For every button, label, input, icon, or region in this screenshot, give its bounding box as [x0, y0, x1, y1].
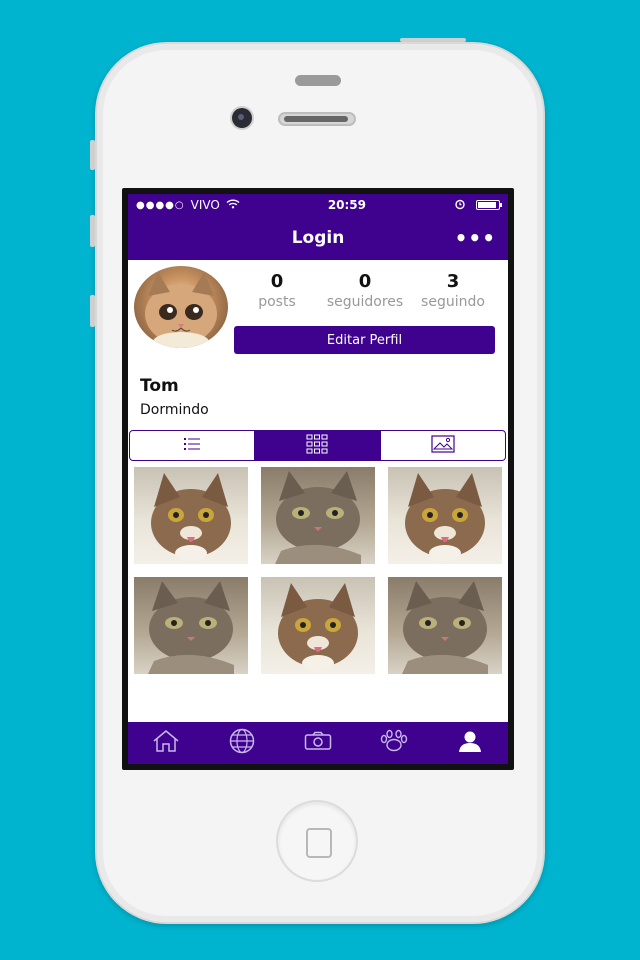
edit-profile-button[interactable]: Editar Perfil	[234, 326, 495, 354]
page-title: Login	[291, 228, 345, 248]
image-view-tab[interactable]	[381, 431, 505, 460]
photo-thumbnail[interactable]	[134, 467, 248, 564]
stat-label: seguindo	[421, 294, 485, 310]
photo-grid	[134, 467, 502, 674]
avatar[interactable]	[134, 266, 228, 348]
stat-label: posts	[258, 294, 296, 310]
list-view-tab[interactable]	[130, 431, 256, 460]
stat-following[interactable]: 3 seguindo	[410, 272, 496, 312]
profile-header: 0 posts 0 seguidores 3 seguindo Editar P…	[128, 260, 508, 368]
volume-down-button	[90, 295, 95, 327]
clock: 20:59	[327, 198, 367, 212]
grid-view-tab[interactable]	[255, 431, 381, 460]
tab-home[interactable]	[146, 728, 186, 758]
stat-value: 3	[446, 271, 460, 292]
wifi-icon	[226, 198, 240, 212]
app-screen: ●●●●○ VIVO 20:59 Login ••• 0 posts 0 seg…	[128, 194, 508, 764]
tab-camera[interactable]	[298, 728, 338, 758]
stat-followers[interactable]: 0 seguidores	[322, 272, 408, 312]
photo-thumbnail[interactable]	[388, 467, 502, 564]
power-button	[400, 38, 466, 42]
photo-thumbnail[interactable]	[134, 577, 248, 674]
status-bar: ●●●●○ VIVO 20:59	[128, 194, 508, 216]
front-camera	[232, 108, 252, 128]
stat-label: seguidores	[326, 294, 404, 310]
view-toggle	[129, 430, 506, 461]
carrier-label: VIVO	[190, 198, 220, 212]
profile-bio: Dormindo	[140, 402, 209, 418]
globe-icon	[228, 728, 256, 758]
stat-value: 0	[358, 271, 372, 292]
earpiece	[278, 112, 356, 126]
mute-switch	[90, 140, 95, 170]
photo-thumbnail[interactable]	[261, 577, 375, 674]
signal-icon: ●●●●○	[136, 199, 185, 211]
photo-thumbnail[interactable]	[261, 467, 375, 564]
camera-icon	[304, 731, 332, 755]
tab-pets[interactable]	[374, 728, 414, 758]
grid-icon	[306, 434, 328, 458]
tab-profile[interactable]	[450, 728, 490, 758]
profile-icon	[458, 730, 482, 756]
profile-name: Tom	[140, 376, 179, 396]
ellipsis-icon[interactable]: •••	[455, 226, 496, 250]
paw-icon	[379, 729, 409, 757]
battery-icon	[475, 200, 502, 210]
tab-bar	[128, 722, 508, 764]
photo-thumbnail[interactable]	[388, 577, 502, 674]
stat-posts[interactable]: 0 posts	[234, 272, 320, 312]
image-icon	[431, 434, 455, 457]
stat-value: 0	[270, 271, 284, 292]
volume-up-button	[90, 215, 95, 247]
profile-stats: 0 posts 0 seguidores 3 seguindo	[234, 272, 496, 312]
list-icon	[183, 436, 201, 455]
tab-explore[interactable]	[222, 728, 262, 758]
home-icon	[152, 729, 180, 757]
home-button[interactable]	[276, 800, 358, 882]
alarm-icon	[454, 198, 466, 213]
top-speaker	[295, 75, 341, 86]
nav-bar: Login •••	[128, 216, 508, 260]
